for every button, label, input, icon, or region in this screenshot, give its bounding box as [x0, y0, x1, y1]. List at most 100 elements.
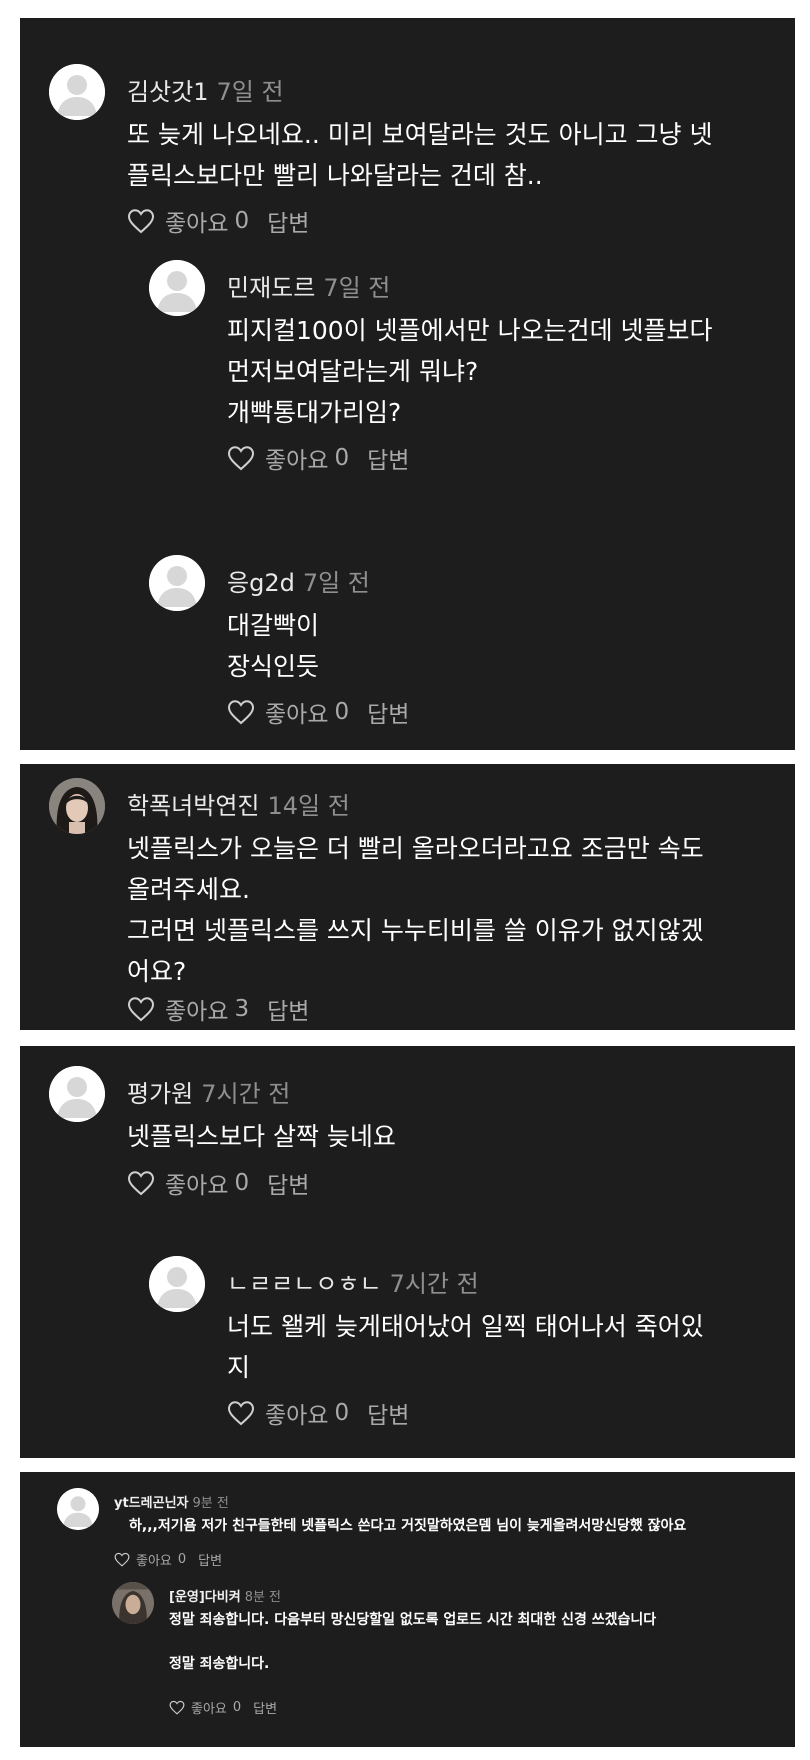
comment-meta: yt드레곤닌자 9분 전 — [114, 1492, 229, 1511]
comment-actions: 좋아요 0 답변 — [227, 441, 409, 475]
heart-outline-icon[interactable] — [127, 1170, 155, 1196]
comment-text: 넷플릭스보다 살짝 늦네요 — [127, 1116, 396, 1157]
comment-line: 개빡통대가리임? — [227, 398, 402, 427]
like-button[interactable]: 좋아요 3 — [127, 992, 249, 1026]
comment-text: 정말 죄송합니다. 다음부터 망신당할일 없도록 업로드 시간 최대한 신경 쓰… — [169, 1609, 656, 1675]
comment-panel-3: 평가원 7시간 전 넷플릭스보다 살짝 늦네요 좋아요 0 답변 ㄴㄹㄹㄴㅇㅎㄴ 7시… — [20, 1046, 795, 1458]
comment-text: 너도 왤케 늦게태어났어 일찍 태어나서 죽어있 지 — [227, 1306, 704, 1388]
default-user-avatar-icon[interactable] — [149, 1256, 205, 1312]
comment-line — [169, 1631, 656, 1653]
reply-button[interactable]: 답변 — [267, 204, 309, 238]
like-count: 0 — [334, 1400, 350, 1426]
comment-line: 정말 죄송합니다. 다음부터 망신당할일 없도록 업로드 시간 최대한 신경 쓰… — [169, 1612, 657, 1628]
comment-meta: 응g2d 7일 전 — [227, 563, 370, 598]
comment-time: 14일 전 — [267, 792, 350, 820]
like-count: 3 — [234, 996, 250, 1022]
comment-actions: 좋아요 0 답변 — [127, 204, 309, 238]
comment-time: 9분 전 — [192, 1496, 229, 1511]
heart-outline-icon[interactable] — [227, 445, 255, 471]
comment-panel-2: 학폭녀박연진 14일 전 넷플릭스가 오늘은 더 빨리 올라오더라고요 조금만 속… — [20, 764, 795, 1030]
heart-outline-icon[interactable] — [227, 699, 255, 725]
heart-outline-icon[interactable] — [127, 208, 155, 234]
comment-line: 어요? — [127, 957, 187, 986]
comment-line: 올려주세요. — [127, 875, 250, 904]
comment-author[interactable]: ㄴㄹㄹㄴㅇㅎㄴ — [227, 1270, 382, 1298]
reply-button[interactable]: 답변 — [198, 1550, 222, 1569]
comment-author[interactable]: 민재도르 — [227, 274, 315, 302]
like-label: 좋아요 — [265, 1403, 329, 1429]
comment-author[interactable]: 응g2d — [227, 569, 295, 597]
reply-button[interactable]: 답변 — [253, 1698, 277, 1717]
like-label: 좋아요 — [165, 999, 229, 1025]
like-button[interactable]: 좋아요 0 — [169, 1698, 241, 1717]
comment-line: 넷플릭스보다 살짝 늦네요 — [127, 1122, 396, 1151]
comment-author[interactable]: [운영]다비켜 — [169, 1590, 241, 1605]
reply-button[interactable]: 답변 — [367, 1396, 409, 1430]
comment-author[interactable]: yt드레곤닌자 — [114, 1496, 189, 1511]
comment-line: 너도 왤케 늦게태어났어 일찍 태어나서 죽어있 — [227, 1312, 704, 1341]
comment-panel-1: 김삿갓1 7일 전 또 늦게 나오네요.. 미리 보여달라는 것도 아니고 그냥 … — [20, 18, 795, 750]
like-label: 좋아요 — [191, 1702, 227, 1717]
comment-line: 그러면 넷플릭스를 쓰지 누누티비를 쓸 이유가 없지않겠 — [127, 916, 704, 945]
like-button[interactable]: 좋아요 0 — [127, 1166, 249, 1200]
profile-photo-avatar[interactable] — [49, 778, 105, 834]
comment-panel-4: yt드레곤닌자 9분 전 하,,,저기욤 저가 친구들한테 넷플릭스 쓴다고 거짓… — [20, 1472, 795, 1747]
like-button[interactable]: 좋아요 0 — [227, 1396, 349, 1430]
like-count: 0 — [177, 1552, 187, 1567]
default-user-avatar-icon[interactable] — [57, 1488, 99, 1530]
comment-time: 7일 전 — [216, 78, 284, 106]
comment-meta: 학폭녀박연진 14일 전 — [127, 786, 350, 821]
comment-meta: 평가원 7시간 전 — [127, 1074, 290, 1109]
comment-actions: 좋아요 0 답변 — [169, 1698, 277, 1717]
comment-time: 7시간 전 — [389, 1270, 479, 1298]
heart-outline-icon[interactable] — [169, 1700, 185, 1715]
like-button[interactable]: 좋아요 0 — [127, 204, 249, 238]
reply-button[interactable]: 답변 — [267, 1166, 309, 1200]
heart-outline-icon[interactable] — [227, 1400, 255, 1426]
heart-outline-icon[interactable] — [114, 1552, 130, 1567]
comment-actions: 좋아요 0 답변 — [227, 1396, 409, 1430]
like-button[interactable]: 좋아요 0 — [227, 695, 349, 729]
comment-text: 넷플릭스가 오늘은 더 빨리 올라오더라고요 조금만 속도 올려주세요. 그러면… — [127, 828, 704, 992]
like-button[interactable]: 좋아요 0 — [114, 1550, 186, 1569]
comment-line: 대갈빡이 — [227, 611, 320, 640]
comment-author[interactable]: 학폭녀박연진 — [127, 792, 259, 820]
default-user-avatar-icon[interactable] — [49, 64, 105, 120]
comment-line: 또 늦게 나오네요.. 미리 보여달라는 것도 아니고 그냥 넷 — [127, 120, 713, 149]
like-button[interactable]: 좋아요 0 — [227, 441, 349, 475]
comment-meta: 민재도르 7일 전 — [227, 268, 390, 303]
profile-photo-avatar[interactable] — [112, 1582, 154, 1624]
comment-time: 7시간 전 — [201, 1080, 291, 1108]
comment-text: 또 늦게 나오네요.. 미리 보여달라는 것도 아니고 그냥 넷 플릭스보다만 … — [127, 114, 712, 196]
default-user-avatar-icon[interactable] — [149, 260, 205, 316]
comment-text: 하,,,저기욤 저가 친구들한테 넷플릭스 쓴다고 거짓말하였은뎀 님이 늦게올… — [129, 1515, 686, 1537]
comment-time: 7일 전 — [302, 569, 370, 597]
comment-line: 피지컬100이 넷플에서만 나오는건데 넷플보다 — [227, 316, 713, 345]
like-count: 0 — [234, 208, 250, 234]
comment-author[interactable]: 평가원 — [127, 1080, 193, 1108]
default-user-avatar-icon[interactable] — [49, 1066, 105, 1122]
comment-actions: 좋아요 0 답변 — [127, 1166, 309, 1200]
comment-line: 장식인듯 — [227, 652, 320, 681]
comment-text: 피지컬100이 넷플에서만 나오는건데 넷플보다 먼저보여달라는게 뭐냐? 개빡… — [227, 310, 713, 433]
comment-line: 플릭스보다만 빨리 나와달라는 건데 참.. — [127, 161, 543, 190]
comment-text: 대갈빡이 장식인듯 — [227, 605, 319, 687]
comment-line: 지 — [227, 1353, 251, 1382]
like-count: 0 — [232, 1700, 242, 1715]
comment-meta: ㄴㄹㄹㄴㅇㅎㄴ 7시간 전 — [227, 1264, 479, 1299]
reply-button[interactable]: 답변 — [267, 992, 309, 1026]
reply-button[interactable]: 답변 — [367, 441, 409, 475]
comment-time: 8분 전 — [244, 1590, 282, 1605]
like-count: 0 — [334, 445, 350, 471]
reply-button[interactable]: 답변 — [367, 695, 409, 729]
like-count: 0 — [334, 699, 350, 725]
heart-outline-icon[interactable] — [127, 996, 155, 1022]
like-label: 좋아요 — [165, 1173, 229, 1199]
comment-time: 7일 전 — [323, 274, 391, 302]
like-label: 좋아요 — [265, 702, 329, 728]
comment-line: 정말 죄송합니다. — [169, 1656, 270, 1672]
default-user-avatar-icon[interactable] — [149, 555, 205, 611]
comment-actions: 좋아요 3 답변 — [127, 992, 309, 1026]
comment-line: 먼저보여달라는게 뭐냐? — [227, 357, 479, 386]
comment-author[interactable]: 김삿갓1 — [127, 78, 209, 106]
